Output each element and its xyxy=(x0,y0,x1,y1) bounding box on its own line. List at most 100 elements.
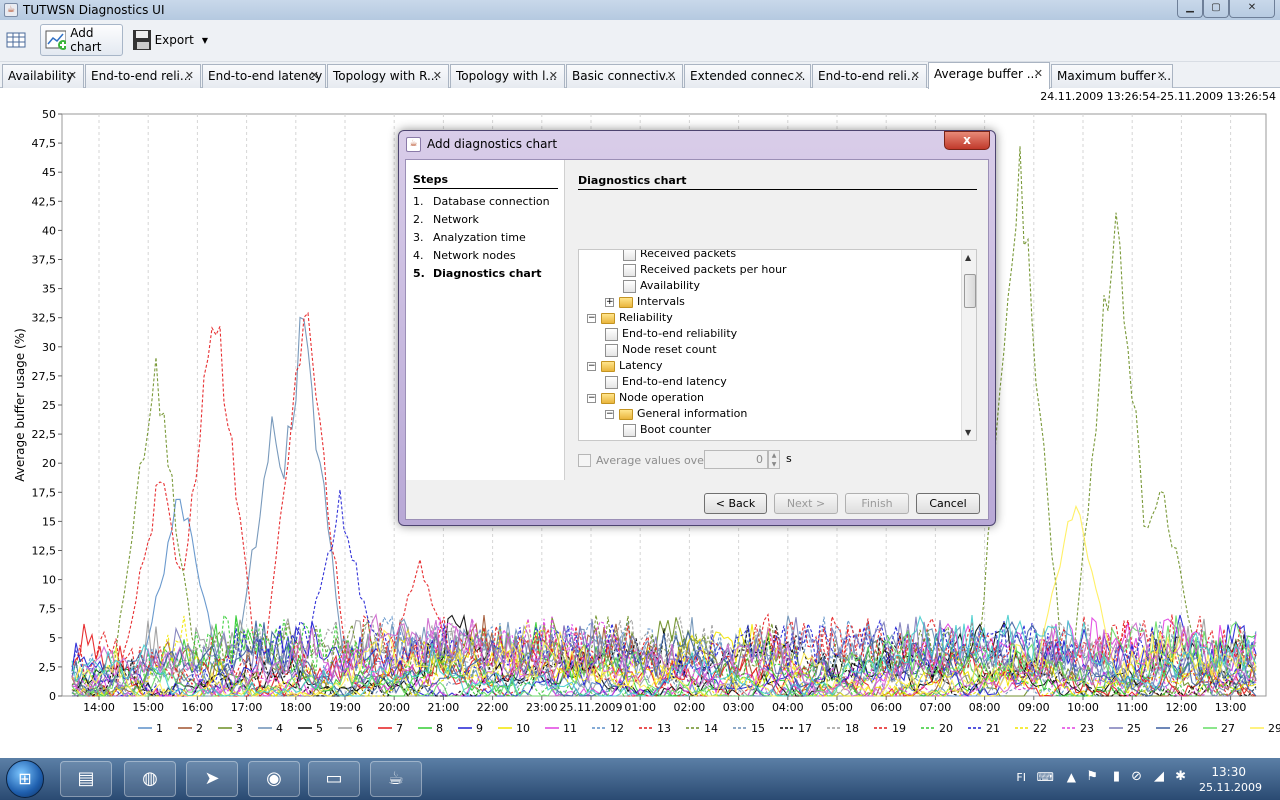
y-tick-label: 47,5 xyxy=(32,137,57,150)
expand-icon[interactable]: + xyxy=(605,297,614,307)
tab-close-icon[interactable]: ✕ xyxy=(310,65,319,87)
tree-checkbox[interactable] xyxy=(623,439,636,440)
tree-node[interactable]: Network xyxy=(623,438,686,440)
collapse-icon[interactable]: − xyxy=(587,361,596,371)
tab-0[interactable]: Availability ✕ xyxy=(2,64,84,88)
tree-node[interactable]: − Reliability xyxy=(587,310,673,326)
tree-checkbox[interactable] xyxy=(623,423,636,437)
tab-5[interactable]: Basic connectiv... ✕ xyxy=(566,64,683,88)
collapse-icon[interactable]: − xyxy=(587,313,596,323)
messenger-icon[interactable]: ◍ xyxy=(124,761,176,797)
keyboard-icon[interactable]: ⌨ xyxy=(1037,770,1054,784)
tab-2[interactable]: End-to-end latency ✕ xyxy=(202,64,326,88)
next-button[interactable]: Next > xyxy=(774,493,838,514)
tab-close-icon[interactable]: ✕ xyxy=(911,65,920,87)
scroll-thumb[interactable] xyxy=(964,274,976,308)
tree-node[interactable]: − Latency xyxy=(587,358,662,374)
average-values-checkbox[interactable] xyxy=(578,453,591,467)
minimize-icon[interactable]: ▁ xyxy=(1177,0,1203,18)
tree-checkbox[interactable] xyxy=(623,250,636,261)
finish-button[interactable]: Finish xyxy=(845,493,909,514)
scroll-up-icon[interactable]: ▲ xyxy=(965,253,971,262)
x-tick-label: 13:00 xyxy=(1215,701,1247,714)
tree-node-label: End-to-end latency xyxy=(622,375,727,388)
x-tick-label: 01:00 xyxy=(624,701,656,714)
tree-node[interactable]: End-to-end latency xyxy=(605,374,727,390)
clock-date[interactable]: 25.11.2009 xyxy=(1199,781,1262,794)
add-chart-label: Add chart xyxy=(70,26,102,54)
clock-time[interactable]: 13:30 xyxy=(1211,765,1246,779)
tab-7[interactable]: End-to-end reli... ✕ xyxy=(812,64,927,88)
tree-node[interactable]: Boot counter xyxy=(623,422,711,438)
flag-icon[interactable]: ⚑ xyxy=(1086,769,1098,784)
tab-close-icon[interactable]: ✕ xyxy=(68,65,77,87)
bluetooth-icon[interactable]: ✱ xyxy=(1175,769,1186,784)
tree-scrollbar[interactable]: ▲ ▼ xyxy=(961,250,976,440)
tree-checkbox[interactable] xyxy=(623,279,636,293)
tree-node[interactable]: Received packets per hour xyxy=(623,262,787,278)
show-hidden-icon[interactable]: ▲ xyxy=(1067,770,1076,784)
tree-node[interactable]: − General information xyxy=(605,406,747,422)
y-tick-label: 0 xyxy=(49,690,56,703)
legend-label: 7 xyxy=(396,722,403,735)
dialog-close-button[interactable]: x xyxy=(944,131,990,150)
tree-node[interactable]: Received packets xyxy=(623,250,736,262)
tab-close-icon[interactable]: ✕ xyxy=(667,65,676,87)
tree-node[interactable]: Node reset count xyxy=(605,342,717,358)
language-indicator[interactable]: FI xyxy=(1016,771,1026,784)
window-close-icon[interactable]: ✕ xyxy=(1229,0,1275,18)
tab-label: Basic connectiv... xyxy=(572,69,677,83)
explorer-icon[interactable]: ▤ xyxy=(60,761,112,797)
tab-close-icon[interactable]: ✕ xyxy=(1034,63,1043,85)
tree-checkbox[interactable] xyxy=(623,263,636,277)
collapse-icon[interactable]: − xyxy=(605,409,614,419)
average-values-input[interactable]: 0 xyxy=(704,450,768,469)
y-axis-label: Average buffer usage (%) xyxy=(13,328,27,482)
tree-checkbox[interactable] xyxy=(605,327,618,341)
firefox-icon[interactable]: ◉ xyxy=(248,761,300,797)
x-tick-label: 18:00 xyxy=(280,701,312,714)
tree-node[interactable]: − Node operation xyxy=(587,390,704,406)
tree-node-label: Availability xyxy=(640,279,700,292)
start-button[interactable]: ⊞ xyxy=(6,760,44,798)
y-tick-label: 37,5 xyxy=(32,254,57,267)
x-tick-label: 23:00 xyxy=(526,701,558,714)
app-launcher-icon[interactable]: ➤ xyxy=(186,761,238,797)
export-button[interactable]: Export ▼ xyxy=(128,24,208,56)
legend-label: 26 xyxy=(1174,722,1188,735)
tab-8[interactable]: Average buffer ... ✕ xyxy=(928,62,1050,89)
y-tick-label: 2,5 xyxy=(39,661,57,674)
tree-checkbox[interactable] xyxy=(605,343,618,357)
network-icon[interactable]: ◢ xyxy=(1154,769,1164,784)
tab-close-icon[interactable]: ✕ xyxy=(185,65,194,87)
tree-node[interactable]: + Intervals xyxy=(605,294,685,310)
terminal-icon[interactable]: ▭ xyxy=(308,761,360,797)
tab-9[interactable]: Maximum buffer ... ✕ xyxy=(1051,64,1173,88)
tab-close-icon[interactable]: ✕ xyxy=(433,65,442,87)
tree-node-label: Node reset count xyxy=(622,343,717,356)
tab-6[interactable]: Extended connec... ✕ xyxy=(684,64,811,88)
spinner-icon[interactable]: ▲ ▼ xyxy=(768,450,780,469)
scroll-down-icon[interactable]: ▼ xyxy=(965,428,971,437)
maximize-icon[interactable]: ▢ xyxy=(1203,0,1229,18)
tree-node-label: Boot counter xyxy=(640,423,712,436)
java-app-icon: ☕ xyxy=(4,3,18,17)
tab-close-icon[interactable]: ✕ xyxy=(795,65,804,87)
tree-checkbox[interactable] xyxy=(605,375,618,389)
tab-4[interactable]: Topology with l... ✕ xyxy=(450,64,565,88)
add-chart-button[interactable]: Add chart xyxy=(40,24,123,56)
mute-icon[interactable]: ⊘ xyxy=(1131,769,1142,784)
tab-3[interactable]: Topology with R... ✕ xyxy=(327,64,449,88)
tab-close-icon[interactable]: ✕ xyxy=(549,65,558,87)
collapse-icon[interactable]: − xyxy=(587,393,596,403)
taskbar: ⊞ ▤ ◍ ➤ ◉ ▭ ☕ FI ⌨ ▲ ⚑ ▮ ⊘ ◢ ✱ 13:30 25.… xyxy=(0,758,1280,800)
battery-icon[interactable]: ▮ xyxy=(1113,769,1120,784)
back-button[interactable]: < Back xyxy=(704,493,767,514)
cancel-button[interactable]: Cancel xyxy=(916,493,980,514)
tab-1[interactable]: End-to-end reli... ✕ xyxy=(85,64,201,88)
tree-node[interactable]: End-to-end reliability xyxy=(605,326,737,342)
grid-view-button[interactable] xyxy=(6,24,32,56)
tree-node[interactable]: Availability xyxy=(623,278,700,294)
tab-close-icon[interactable]: ✕ xyxy=(1157,65,1166,87)
java-icon[interactable]: ☕ xyxy=(370,761,422,797)
